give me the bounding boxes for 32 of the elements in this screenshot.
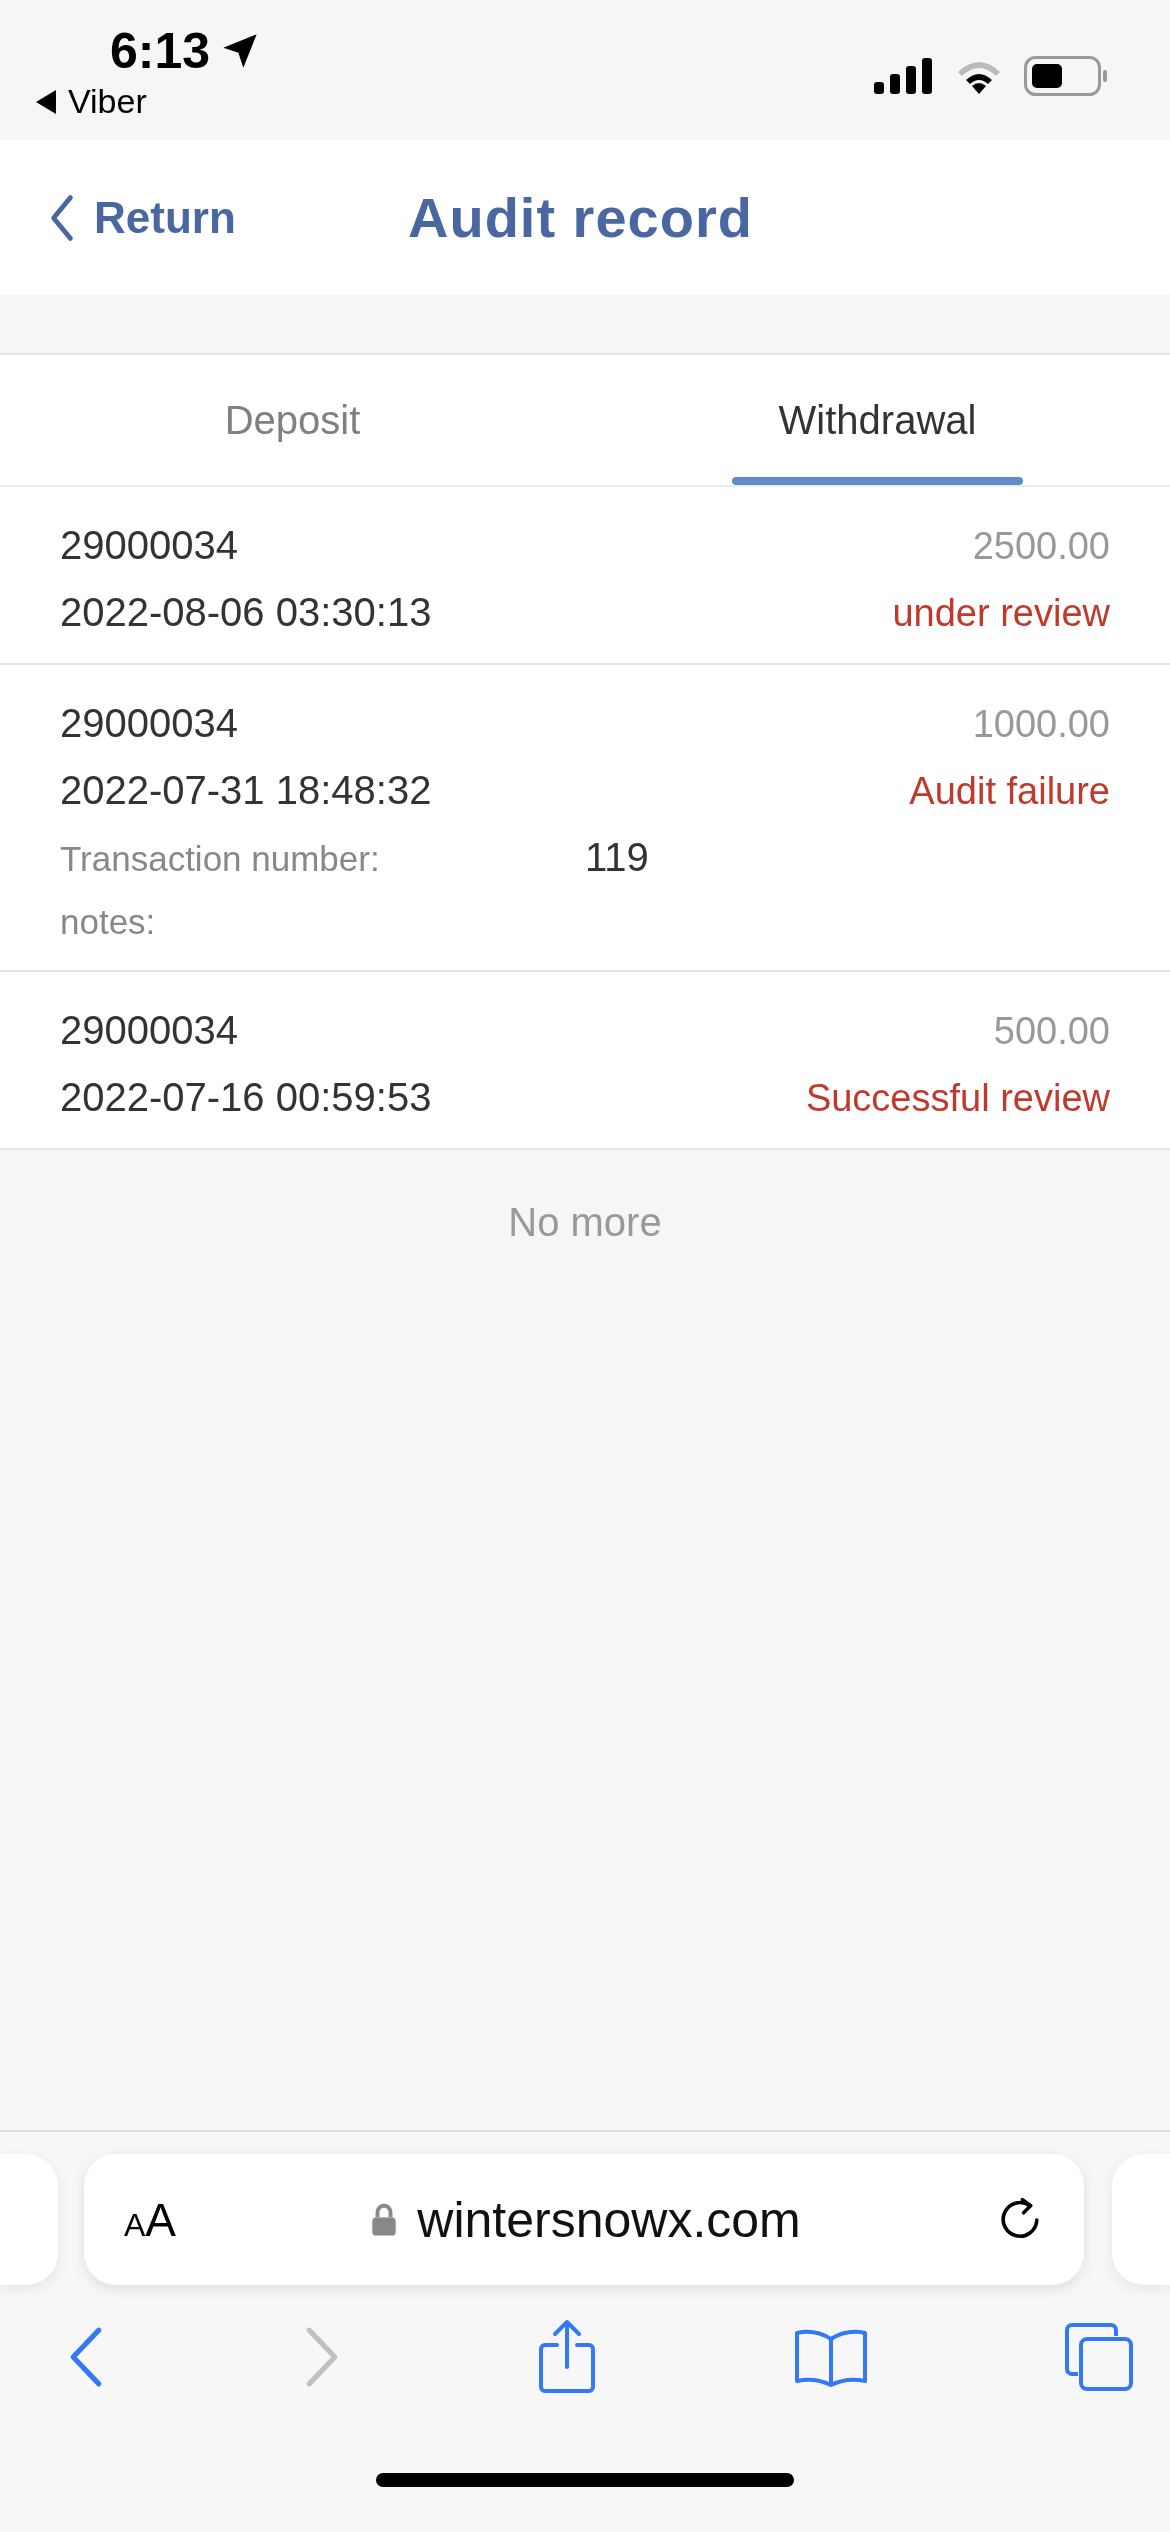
back-to-app-link[interactable]: Viber [68, 82, 147, 121]
url-text: wintersnowx.com [417, 2190, 801, 2249]
date-time: 2022-07-16 00:59:53 [60, 1075, 432, 1120]
tab[interactable]: Withdrawal [585, 355, 1170, 485]
status-label: Successful review [805, 1077, 1110, 1120]
text-size-button[interactable]: AA [124, 2192, 177, 2247]
share-icon[interactable] [537, 2319, 597, 2395]
back-triangle-icon [36, 89, 56, 114]
end-of-list-text: No more [508, 1200, 662, 1245]
tab[interactable]: Deposit [0, 355, 585, 485]
order-number: 29000034 [60, 1008, 238, 1053]
detail-label: Transaction number: [60, 839, 381, 879]
lock-icon [371, 2202, 398, 2237]
page-title: Audit record [408, 185, 753, 250]
battery-icon [1024, 56, 1108, 96]
amount: 1000.00 [972, 703, 1110, 746]
detail-label: notes: [60, 902, 157, 942]
return-button[interactable]: Return [50, 191, 236, 244]
date-time: 2022-08-06 03:30:13 [60, 590, 432, 635]
date-time: 2022-07-31 18:48:32 [60, 768, 432, 813]
bookmarks-icon[interactable] [792, 2327, 869, 2387]
signal-icon [874, 58, 934, 94]
status-time: 6:13 [110, 22, 211, 80]
status-label: under review [892, 592, 1110, 635]
address-bar[interactable]: AA wintersnowx.com [84, 2154, 1084, 2285]
detail-value: 119 [585, 835, 649, 880]
amount: 500.00 [993, 1010, 1110, 1053]
status-label: Audit failure [909, 770, 1110, 813]
amount: 2500.00 [972, 525, 1110, 568]
order-number: 29000034 [60, 701, 238, 746]
tabs-icon[interactable] [1064, 2322, 1134, 2392]
order-number: 29000034 [60, 523, 238, 568]
